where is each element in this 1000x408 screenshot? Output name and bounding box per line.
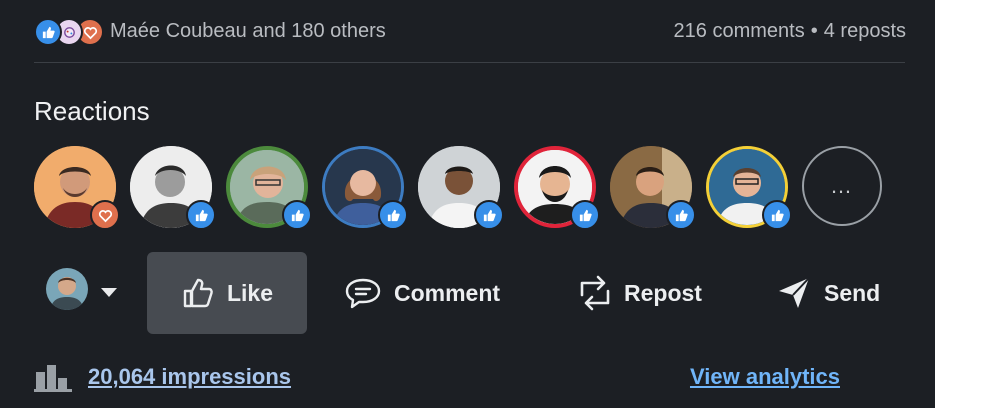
send-button[interactable]: Send xyxy=(776,252,880,334)
reactor-avatar-5[interactable] xyxy=(418,146,504,230)
reactors-link[interactable]: Maée Coubeau and 180 others xyxy=(110,20,386,43)
send-label: Send xyxy=(824,279,881,306)
like-icon xyxy=(34,18,62,46)
impressions-link[interactable]: 20,064 impressions xyxy=(88,364,291,390)
post-social-panel: Maée Coubeau and 180 others 216 comments… xyxy=(0,0,935,408)
chevron-down-icon[interactable] xyxy=(101,288,117,297)
like-icon xyxy=(666,200,696,230)
reactor-avatar-6[interactable] xyxy=(514,146,600,230)
bar-chart-icon xyxy=(34,365,72,392)
reactor-avatar-7[interactable] xyxy=(610,146,696,230)
reposts-count-link[interactable]: 4 reposts xyxy=(824,20,906,42)
like-button[interactable]: Like xyxy=(147,252,307,334)
comment-button[interactable]: Comment xyxy=(344,252,500,334)
reactor-avatar-8[interactable] xyxy=(706,146,792,230)
actor-avatar[interactable] xyxy=(46,268,88,310)
like-icon xyxy=(378,200,408,230)
reactions-heading: Reactions xyxy=(34,96,150,126)
engagement-stats: 216 comments • 4 reposts xyxy=(674,20,906,43)
love-icon xyxy=(90,200,120,230)
like-icon xyxy=(186,200,216,230)
repost-button[interactable]: Repost xyxy=(578,252,702,334)
repost-label: Repost xyxy=(624,279,702,306)
reaction-icons[interactable] xyxy=(34,18,104,46)
repost-icon xyxy=(580,275,610,311)
thumbs-up-icon xyxy=(183,278,213,308)
reactor-avatar-2[interactable] xyxy=(130,146,216,230)
stats-separator: • xyxy=(810,20,818,42)
divider xyxy=(34,62,905,63)
like-label: Like xyxy=(226,279,274,306)
comment-label: Comment xyxy=(394,279,501,306)
like-icon xyxy=(282,200,312,230)
send-icon xyxy=(779,277,810,308)
view-analytics-link[interactable]: View analytics xyxy=(690,364,840,390)
reactor-avatar-3[interactable] xyxy=(226,146,312,230)
reactor-avatar-4[interactable] xyxy=(322,146,408,230)
reactor-avatar-1[interactable] xyxy=(34,146,120,230)
social-counts-bar: Maée Coubeau and 180 others 216 comments… xyxy=(34,14,906,50)
like-icon xyxy=(570,200,600,230)
comment-icon xyxy=(345,278,381,309)
like-icon xyxy=(762,200,792,230)
comments-count-link[interactable]: 216 comments xyxy=(674,20,805,42)
more-reactions-button[interactable]: … xyxy=(802,146,882,226)
like-icon xyxy=(474,200,504,230)
